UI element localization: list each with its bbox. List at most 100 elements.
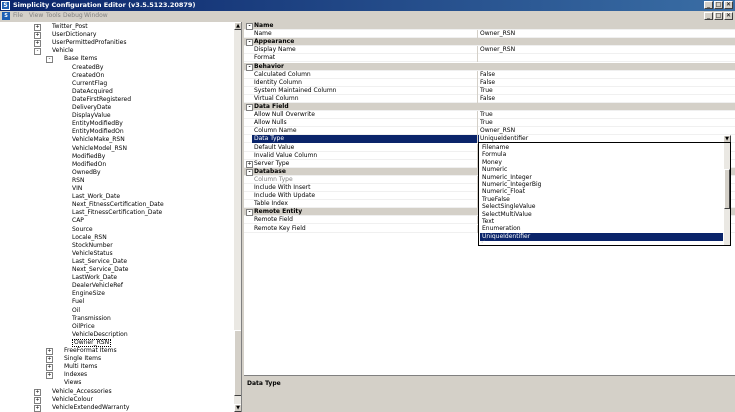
menu-view[interactable]: View [29,12,43,20]
property-row[interactable]: Name Owner_RSN [244,30,735,39]
tree-scrollbar[interactable]: ▲ ▼ [234,22,241,412]
tree-node[interactable]: VehicleMake_RSN [0,136,232,144]
tree-node[interactable]: RSN [0,177,232,185]
tree-node[interactable]: Source [0,226,232,234]
tree-node[interactable]: Last_FitnessCertification_Date [0,209,232,217]
tree-node[interactable]: LastWork_Date [0,274,232,282]
property-row[interactable]: System Maintained Column True [244,86,735,95]
menu-window[interactable]: Window [84,12,108,20]
property-row[interactable]: Calculated Column False [244,70,735,79]
tree-node[interactable]: StockNumber [0,242,232,250]
tree-node[interactable]: ModifiedOn [0,161,232,169]
tree-node[interactable]: EntityModifiedBy [0,120,232,128]
tree-node[interactable]: + Single Items [0,355,232,364]
schema-tree[interactable]: ▲ ▼ + Twitter_Post + UserDictionary + UserPer… [0,22,242,412]
tree-node[interactable]: Next_FitnessCertification_Date [0,201,232,209]
data-type-dropdown[interactable]: Filename Formula Money Numeric Numeric_Integ… [478,142,731,246]
tree-node[interactable]: + UserDictionary [0,31,232,40]
property-row[interactable]: Identity Column False [244,78,735,87]
collapse-icon[interactable]: - [246,23,253,30]
scroll-up-icon[interactable]: ▲ [234,22,241,30]
collapse-icon[interactable]: - [246,168,253,176]
property-row[interactable]: Format [244,54,735,63]
tree-node[interactable]: Views [0,379,232,387]
tree-node[interactable]: + Vehicle_Accessories [0,388,232,396]
menu-debug[interactable]: Debug [63,12,83,20]
tree-node[interactable]: Oil [0,307,232,315]
document-close-button[interactable]: ✕ [724,12,733,20]
tree-node[interactable]: + VehicleExtendedWarranty [0,404,232,412]
scroll-thumb[interactable] [234,330,241,396]
property-category[interactable]: - Name [244,22,735,30]
tree-node[interactable]: VehicleStatus [0,250,232,258]
tree-node[interactable]: Owner_RSN [0,338,232,347]
tree-node[interactable]: + Multi Items [0,363,232,372]
property-value[interactable]: False [480,79,495,87]
property-row[interactable]: Virtual Column False [244,94,735,103]
tree-node[interactable]: Fuel [0,298,232,306]
expand-icon[interactable]: + [34,404,41,412]
tree-node[interactable]: VehicleModel_RSN [0,145,232,153]
property-value[interactable]: Owner_RSN [480,127,515,135]
expand-icon[interactable]: + [34,24,41,31]
tree-node[interactable]: CreatedBy [0,64,232,72]
tree-node[interactable]: DeliveryDate [0,104,232,112]
property-value[interactable]: Owner_RSN [480,46,515,54]
scroll-down-icon[interactable]: ▼ [234,404,241,412]
tree-node[interactable]: VIN [0,185,232,193]
tree-node[interactable]: + FreeFormat Items [0,347,232,355]
tree-node[interactable]: + VehicleColour [0,396,232,404]
property-value[interactable]: True [480,87,493,95]
expand-icon[interactable]: + [34,388,41,396]
property-row[interactable]: Column Name Owner_RSN [244,127,735,136]
tree-node[interactable]: DealerVehicleRef [0,282,232,290]
tree-node[interactable]: + Twitter_Post [0,23,232,31]
dropdown-option[interactable]: UniqueIdentifier [480,232,723,241]
tree-node[interactable]: + Indexes [0,371,232,380]
expand-icon[interactable]: + [34,40,41,48]
expand-icon[interactable]: + [34,396,41,404]
collapse-icon[interactable]: - [46,56,53,64]
expand-icon[interactable]: + [46,356,53,364]
tree-node[interactable]: Last_Service_Date [0,258,232,266]
tree-node[interactable]: CAP [0,217,232,225]
property-value[interactable]: True [480,119,493,127]
property-category[interactable]: - Data Field [244,103,735,111]
tree-node[interactable]: + UserPermittedProfanities [0,39,232,48]
tree-node[interactable]: OwnedBy [0,169,232,177]
property-value[interactable]: Owner_RSN [480,30,515,38]
tree-node[interactable]: ModifiedBy [0,153,232,161]
minimize-button[interactable]: _ [704,1,713,9]
collapse-icon[interactable]: - [246,209,253,217]
collapse-icon[interactable]: - [246,104,253,111]
resize-grip-icon[interactable]: ⋰ [481,238,487,244]
dropdown-scrollbar[interactable] [724,143,730,245]
document-minimize-button[interactable]: _ [704,12,713,20]
menu-file[interactable]: File [13,12,23,20]
property-row[interactable]: Allow Null Overwrite True [244,111,735,120]
document-icon[interactable]: S [2,12,10,20]
tree-node[interactable]: Transmission [0,315,232,323]
maximize-button[interactable]: □ [714,1,723,9]
tree-node[interactable]: CurrentFlag [0,80,232,88]
expand-icon[interactable]: + [34,32,41,40]
tree-node[interactable]: EntityModifiedOn [0,128,232,136]
tree-node[interactable]: VehicleDescription [0,331,232,339]
tree-node[interactable]: EngineSize [0,290,232,298]
tree-node[interactable]: OilPrice [0,323,232,331]
property-row[interactable]: Display Name Owner_RSN [244,46,735,55]
collapse-icon[interactable]: - [34,48,41,56]
tree-node[interactable]: CreatedOn [0,72,232,80]
collapse-icon[interactable]: - [246,39,253,47]
property-row[interactable]: Allow Nulls True [244,119,735,128]
property-category[interactable]: - Appearance [244,38,735,47]
property-value[interactable]: False [480,95,495,103]
close-button[interactable]: ✕ [724,1,733,9]
tree-node[interactable]: Locale_RSN [0,234,232,242]
property-value[interactable]: True [480,111,493,119]
document-restore-button[interactable]: □ [714,12,723,20]
tree-node[interactable]: Next_Service_Date [0,266,232,274]
expand-icon[interactable]: + [46,364,53,372]
property-grid[interactable]: - Name Name Owner_RSN - Appearance Display Nam… [244,22,735,378]
tree-node[interactable]: DisplayValue [0,112,232,120]
